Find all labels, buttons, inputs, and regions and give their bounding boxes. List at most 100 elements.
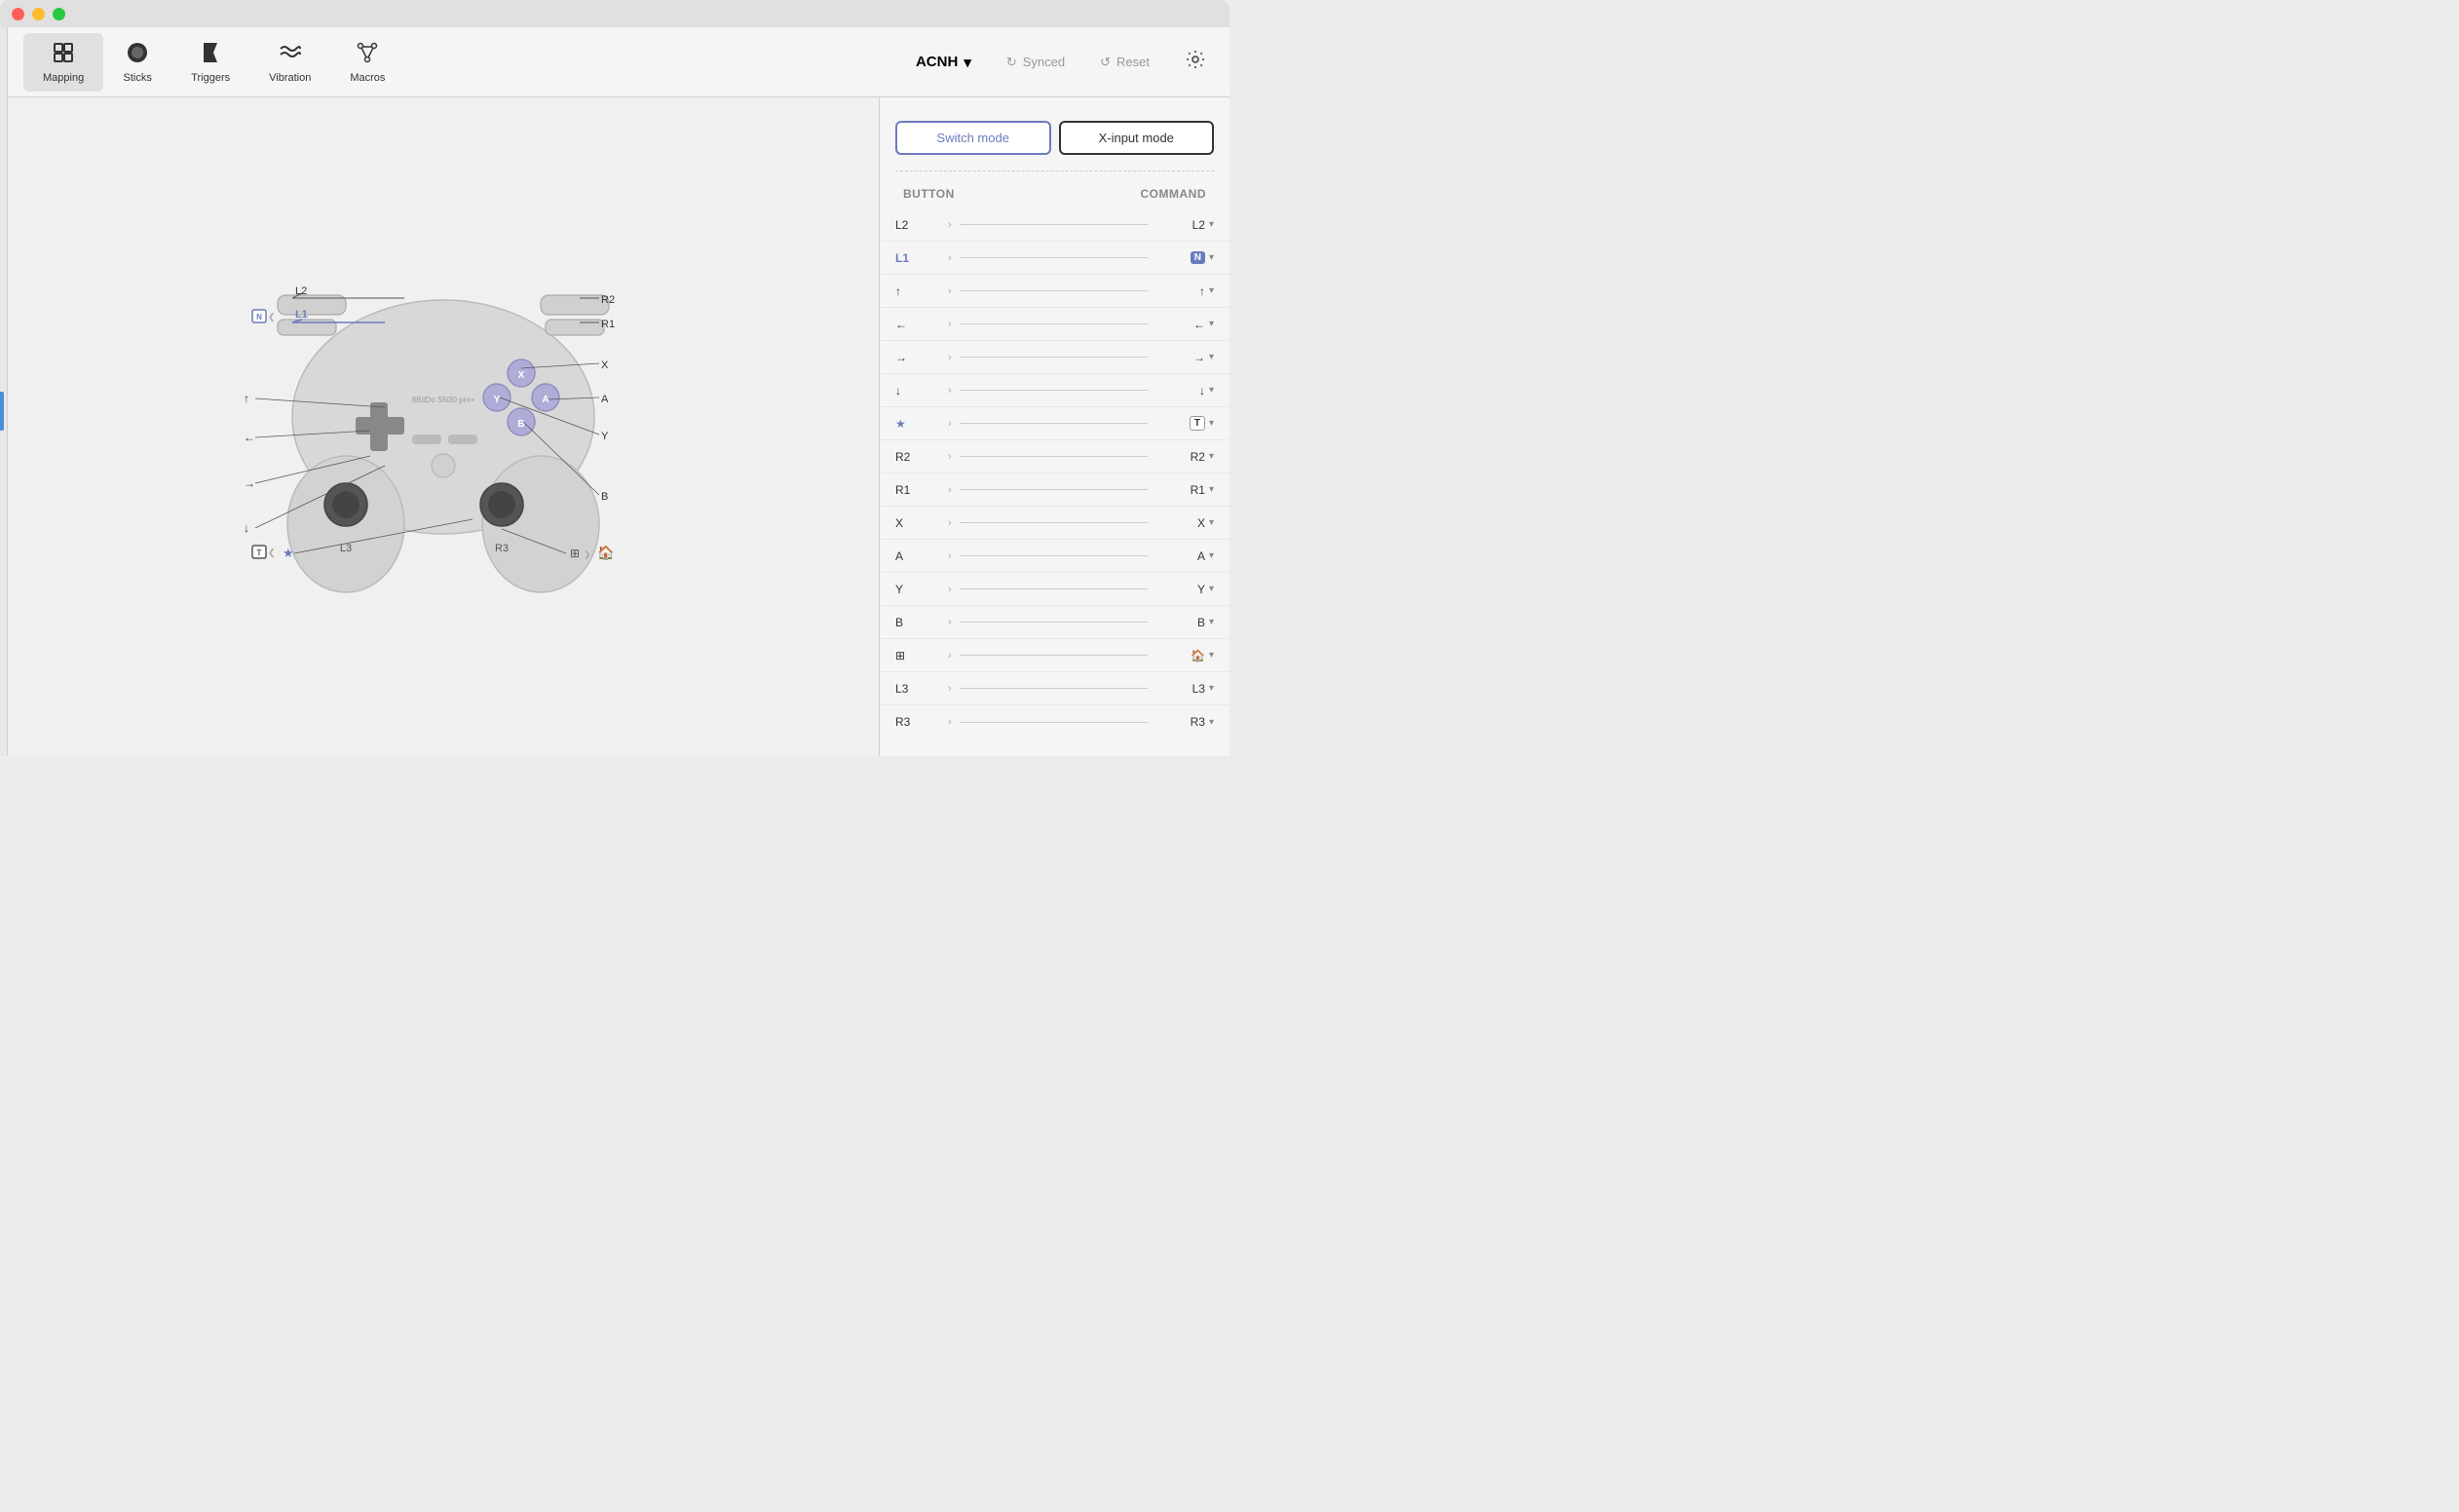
mapping-row-y: Y › Y ▾ xyxy=(880,573,1230,606)
profile-selector[interactable]: ACNH ▾ xyxy=(908,50,979,75)
cmd-r2-label: R2 xyxy=(1191,450,1205,464)
cmd-l2-dropdown[interactable]: ▾ xyxy=(1209,219,1214,230)
macros-icon xyxy=(356,41,379,68)
cmd-l1-dropdown[interactable]: ▾ xyxy=(1209,252,1214,263)
tab-sticks-label: Sticks xyxy=(124,72,152,84)
svg-text:X: X xyxy=(601,359,609,371)
arrow-star: › xyxy=(948,418,952,430)
cmd-a: A ▾ xyxy=(1155,549,1214,563)
cmd-r2-dropdown[interactable]: ▾ xyxy=(1209,451,1214,462)
cmd-l1: N ▾ xyxy=(1155,251,1214,264)
cmd-l2: L2 ▾ xyxy=(1155,218,1214,232)
svg-text:R1: R1 xyxy=(601,319,615,330)
cmd-star-badge: T xyxy=(1190,416,1205,431)
mapping-row-x: X › X ▾ xyxy=(880,507,1230,540)
arrow-a: › xyxy=(948,550,952,562)
close-button[interactable] xyxy=(12,8,24,20)
sidebar xyxy=(0,27,8,756)
settings-button[interactable] xyxy=(1177,45,1214,80)
mapping-row-left: ← › ← ▾ xyxy=(880,308,1230,341)
svg-text:T: T xyxy=(257,548,262,557)
line-home xyxy=(960,655,1148,656)
mapping-row-up: ↑ › ↑ ▾ xyxy=(880,275,1230,308)
btn-r1: R1 xyxy=(895,483,944,497)
cmd-y-dropdown[interactable]: ▾ xyxy=(1209,584,1214,594)
svg-text:Y: Y xyxy=(601,431,609,442)
controller-diagram: X A B Y 8BitDo SN30 pro+ xyxy=(190,193,697,661)
mapping-row-right: → › → ▾ xyxy=(880,341,1230,374)
mapping-header: Button Command xyxy=(880,187,1230,208)
reset-label: Reset xyxy=(1116,55,1150,69)
line-up xyxy=(960,290,1148,291)
arrow-up: › xyxy=(948,285,952,297)
cmd-down-dropdown[interactable]: ▾ xyxy=(1209,385,1214,396)
cmd-a-dropdown[interactable]: ▾ xyxy=(1209,550,1214,561)
btn-a: A xyxy=(895,549,944,563)
svg-text:A: A xyxy=(601,394,609,405)
tab-vibration[interactable]: Vibration xyxy=(249,33,330,92)
cmd-x-dropdown[interactable]: ▾ xyxy=(1209,517,1214,528)
arrow-l3: › xyxy=(948,683,952,695)
btn-down: ↓ xyxy=(895,384,944,397)
cmd-b-dropdown[interactable]: ▾ xyxy=(1209,617,1214,627)
cmd-up-dropdown[interactable]: ▾ xyxy=(1209,285,1214,296)
switch-mode-button[interactable]: Switch mode xyxy=(895,121,1051,155)
tab-vibration-label: Vibration xyxy=(269,72,311,84)
tab-macros[interactable]: Macros xyxy=(330,33,404,92)
tab-sticks[interactable]: Sticks xyxy=(103,33,171,92)
mapping-row-star: ★ › T ▾ xyxy=(880,407,1230,440)
line-right xyxy=(960,357,1148,358)
command-col-header: Command xyxy=(1141,187,1207,201)
btn-r2: R2 xyxy=(895,450,944,464)
cmd-home-label: 🏠 xyxy=(1191,649,1205,662)
svg-text:↓: ↓ xyxy=(244,521,249,535)
svg-text:L1: L1 xyxy=(295,309,308,321)
tab-triggers-label: Triggers xyxy=(191,72,230,84)
svg-text:★: ★ xyxy=(283,546,294,560)
reset-icon: ↺ xyxy=(1100,55,1111,70)
btn-up: ↑ xyxy=(895,284,944,298)
tab-mapping[interactable]: Mapping xyxy=(23,33,103,92)
cmd-x-label: X xyxy=(1197,516,1205,530)
cmd-right-label: → xyxy=(1193,351,1205,364)
svg-text:🏠: 🏠 xyxy=(597,545,614,561)
mapping-row-b: B › B ▾ xyxy=(880,606,1230,639)
cmd-right-dropdown[interactable]: ▾ xyxy=(1209,352,1214,362)
maximize-button[interactable] xyxy=(53,8,65,20)
cmd-home-dropdown[interactable]: ▾ xyxy=(1209,650,1214,661)
arrow-r1: › xyxy=(948,484,952,496)
svg-text:A: A xyxy=(542,395,549,405)
btn-right: → xyxy=(895,351,944,364)
cmd-star: T ▾ xyxy=(1155,416,1214,431)
cmd-b-label: B xyxy=(1197,616,1205,629)
svg-text:B: B xyxy=(601,491,608,503)
btn-r3: R3 xyxy=(895,715,944,729)
mode-buttons: Switch mode X-input mode xyxy=(880,113,1230,170)
svg-text:X: X xyxy=(518,370,525,381)
svg-text:Y: Y xyxy=(494,395,501,405)
triggers-icon xyxy=(199,41,222,68)
xinput-mode-button[interactable]: X-input mode xyxy=(1059,121,1215,155)
svg-text:B: B xyxy=(517,419,524,430)
tab-mapping-label: Mapping xyxy=(43,72,84,84)
line-a xyxy=(960,555,1148,556)
tab-triggers[interactable]: Triggers xyxy=(171,33,249,92)
profile-chevron-icon: ▾ xyxy=(964,54,971,71)
cmd-r1-dropdown[interactable]: ▾ xyxy=(1209,484,1214,495)
traffic-lights xyxy=(12,8,65,20)
minimize-button[interactable] xyxy=(32,8,45,20)
cmd-r3-dropdown[interactable]: ▾ xyxy=(1209,717,1214,728)
svg-text:→: → xyxy=(244,476,255,490)
btn-l2: L2 xyxy=(895,218,944,232)
cmd-r2: R2 ▾ xyxy=(1155,450,1214,464)
cmd-r1-label: R1 xyxy=(1191,483,1205,497)
sync-action[interactable]: ↻ Synced xyxy=(999,51,1073,74)
controller-panel: X A B Y 8BitDo SN30 pro+ xyxy=(8,97,879,756)
reset-action[interactable]: ↺ Reset xyxy=(1092,51,1157,74)
btn-x: X xyxy=(895,516,944,530)
cmd-star-dropdown[interactable]: ▾ xyxy=(1209,418,1214,429)
cmd-l3-dropdown[interactable]: ▾ xyxy=(1209,683,1214,694)
cmd-left-dropdown[interactable]: ▾ xyxy=(1209,319,1214,329)
toolbar-right: ACNH ▾ ↻ Synced ↺ Reset xyxy=(908,45,1214,80)
svg-text:L2: L2 xyxy=(295,285,307,297)
